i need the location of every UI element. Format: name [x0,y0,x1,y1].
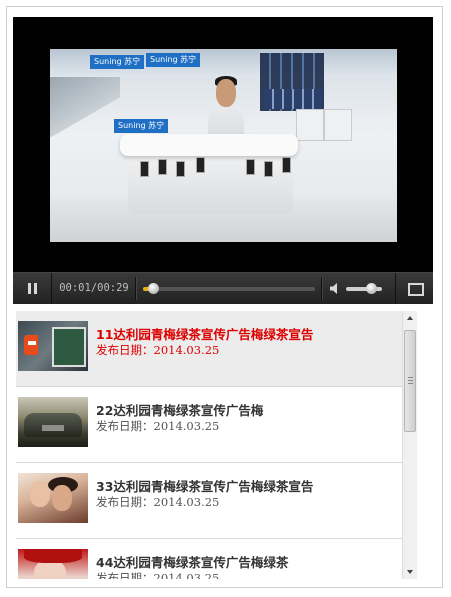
playlist-item-date: 发布日期：2014.03.25 [96,571,220,579]
video-thumbnail [18,321,88,371]
scroll-up-button[interactable] [403,311,417,325]
playlist-item-title: 44达利园青梅绿茶宣传广告梅绿茶 [96,555,289,570]
video-scene-phone [246,159,255,175]
control-divider [321,277,323,300]
video-scene-phone [158,159,167,175]
video-scene-phone [176,161,185,177]
video-playlist: 11达利园青梅绿茶宣传广告梅绿茶宣告 发布日期：2014.03.25 22达利园… [16,311,417,579]
player-control-bar: 00:01/00:29 [13,272,433,304]
video-store-sign: Suning 苏宁 [114,119,169,133]
playlist-item-date: 发布日期：2014.03.25 [96,343,220,357]
playlist-item-date: 发布日期：2014.03.25 [96,419,220,433]
video-scene-display [324,109,352,141]
volume-handle[interactable] [366,283,377,294]
volume-slider[interactable] [346,283,382,294]
video-scene-display [296,109,324,141]
pause-button[interactable] [13,273,52,304]
video-thumbnail [18,473,88,523]
playlist-item[interactable]: 44达利园青梅绿茶宣传广告梅绿茶 发布日期：2014.03.25 [16,539,402,579]
video-scene-phone [196,157,205,173]
fullscreen-icon [408,283,424,296]
seek-handle[interactable] [148,283,159,294]
playlist-item-title: 22达利园青梅绿茶宣传广告梅 [96,403,264,418]
video-scene-phone [264,161,273,177]
video-scene-phone [282,157,291,173]
seek-bar[interactable] [143,283,315,294]
time-display: 00:01/00:29 [59,282,129,294]
playlist-item-title: 33达利园青梅绿茶宣传广告梅绿茶宣告 [96,479,314,494]
scroll-up-icon [407,316,413,320]
control-divider [135,277,137,300]
video-scene-counter-top [120,134,298,156]
fullscreen-button[interactable] [395,273,434,304]
playlist-item[interactable]: 33达利园青梅绿茶宣传广告梅绿茶宣告 发布日期：2014.03.25 [16,463,402,539]
video-player[interactable]: Suning 苏宁 Suning 苏宁 Suning 苏宁 [13,17,433,303]
video-thumbnail [18,549,88,579]
video-scene-presenter-head [216,79,236,107]
video-scene-phone [140,161,149,177]
playlist-item[interactable]: 22达利园青梅绿茶宣传广告梅 发布日期：2014.03.25 [16,387,402,463]
video-scene-escalator [50,77,120,137]
video-store-sign: Suning 苏宁 [90,55,145,69]
video-store-sign: Suning 苏宁 [146,53,201,67]
volume-icon[interactable] [329,282,343,295]
scroll-down-button[interactable] [403,565,417,579]
video-frame[interactable]: Suning 苏宁 Suning 苏宁 Suning 苏宁 [50,49,397,242]
playlist-scrollbar[interactable] [402,311,417,579]
video-scene-tv-wall [264,89,322,109]
video-thumbnail [18,397,88,447]
scroll-down-icon [407,570,413,574]
scrollbar-thumb[interactable] [404,330,416,432]
playlist-item-title: 11达利园青梅绿茶宣传广告梅绿茶宣告 [96,327,314,342]
playlist-item[interactable]: 11达利园青梅绿茶宣传广告梅绿茶宣告 发布日期：2014.03.25 [16,311,402,387]
playlist-item-date: 发布日期：2014.03.25 [96,495,220,509]
